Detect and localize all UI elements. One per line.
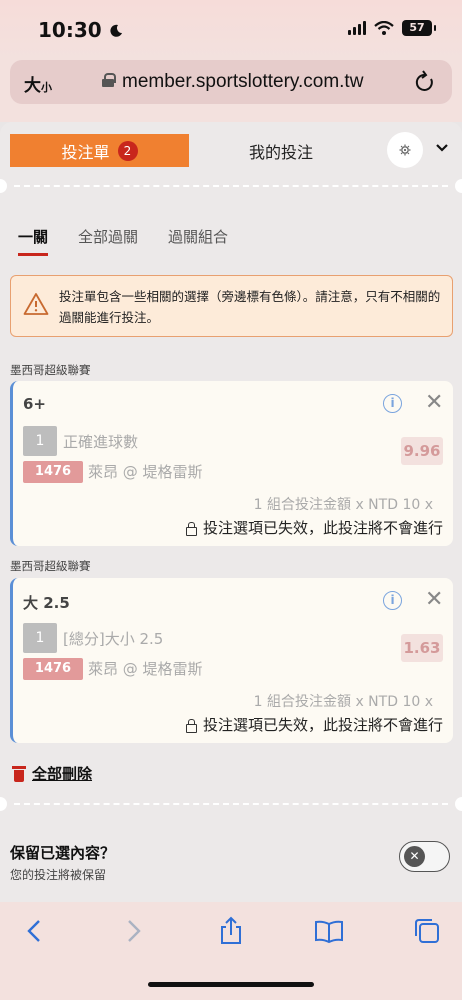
combo-amount-text: 1 組合投注金額 x NTD 10 x (253, 497, 433, 513)
info-icon[interactable]: i (383, 591, 402, 610)
delete-all-button[interactable]: 全部刪除 (12, 763, 92, 784)
expired-notice: 投注選項已失效，此投注將不會進行 (185, 517, 443, 538)
info-icon[interactable]: i (383, 394, 402, 413)
tabs-icon[interactable] (412, 916, 442, 946)
gear-icon (399, 144, 411, 156)
keep-selection-subtitle: 您的投注將被保留 (10, 868, 107, 882)
match-code: 1476 (23, 461, 83, 483)
tab-parlay-combos[interactable]: 過關組合 (168, 226, 228, 247)
padlock-icon (185, 718, 197, 733)
trash-icon (12, 765, 26, 782)
combo-amount-text: 1 組合投注金額 x NTD 10 x (253, 694, 433, 710)
match-name: 萊昂 @ 堤格雷斯 (88, 463, 203, 481)
warning-banner: 投注單包含一些相關的選擇（旁邊標有色條）。請注意，只有不相關的過關能進行投注。 (10, 275, 453, 337)
divider (0, 179, 462, 193)
time-text: 10:30 (38, 18, 102, 42)
battery-icon: 57 (402, 20, 436, 36)
settings-button[interactable] (387, 132, 423, 168)
market-name: 正確進球數 (63, 433, 139, 451)
warning-icon (23, 293, 49, 315)
status-icons: 57 (348, 20, 436, 36)
text-size-large: 大 (24, 76, 41, 96)
league-name: 墨西哥超級聯賽 (10, 363, 91, 377)
url-bar[interactable]: 大小 member.sportslottery.com.tw (10, 60, 452, 104)
toggle-off-icon: ✕ (404, 846, 425, 867)
expired-notice: 投注選項已失效，此投注將不會進行 (185, 714, 443, 735)
expired-text: 投注選項已失效，此投注將不會進行 (202, 716, 443, 734)
moon-icon (110, 24, 122, 37)
keep-selection-toggle[interactable]: ✕ (399, 841, 450, 872)
bet-slip-panel: 投注單 2 我的投注 一關 全部過關 過關組合 投注單包含一些相關的選擇（旁邊標… (0, 122, 462, 902)
padlock-icon (185, 521, 197, 536)
keep-selection-title: 保留已選內容？ (10, 844, 116, 862)
warning-text: 投注單包含一些相關的選擇（旁邊標有色條）。請注意，只有不相關的過關能進行投注。 (59, 289, 441, 325)
url-text[interactable]: member.sportslottery.com.tw (122, 71, 363, 93)
expired-text: 投注選項已失效，此投注將不會進行 (202, 519, 443, 537)
divider (0, 797, 462, 811)
match-name: 萊昂 @ 堤格雷斯 (88, 660, 203, 678)
lock-icon (102, 73, 116, 87)
reload-icon[interactable] (414, 70, 436, 94)
odds-value: 1.63 (401, 634, 443, 662)
bookmarks-icon[interactable] (314, 916, 344, 946)
selection-index: 1 (23, 623, 57, 653)
back-icon[interactable] (20, 916, 50, 946)
delete-all-label: 全部刪除 (32, 765, 93, 783)
close-icon[interactable]: ✕ (425, 589, 443, 611)
wifi-icon (374, 21, 394, 35)
tab-all-parlays[interactable]: 全部過關 (78, 226, 138, 247)
bet-card: 6+ i ✕ 1 正確進球數 9.96 1476 萊昂 @ 堤格雷斯 1 組合投… (10, 381, 453, 546)
odds-value: 9.96 (401, 437, 443, 465)
status-bar: 10:30 57 (0, 0, 462, 58)
tab-single[interactable]: 一關 (18, 226, 49, 256)
tab-bet-slip[interactable]: 投注單 2 (10, 134, 189, 167)
status-time: 10:30 (38, 18, 123, 42)
match-code: 1476 (23, 658, 83, 680)
chevron-down-icon[interactable] (434, 140, 450, 156)
share-icon[interactable] (216, 916, 246, 946)
bet-card: 大 2.5 i ✕ 1 [總分]大小 2.5 1.63 1476 萊昂 @ 堤格… (10, 578, 453, 743)
text-size-small: 小 (41, 81, 52, 94)
league-name: 墨西哥超級聯賽 (10, 559, 91, 573)
selection-name: 大 2.5 (23, 594, 70, 612)
bet-count-badge: 2 (117, 140, 138, 161)
bet-type-tabs: 一關 全部過關 過關組合 (18, 226, 228, 256)
home-indicator (148, 982, 314, 987)
text-size-button[interactable]: 大小 (24, 71, 52, 96)
tab-bet-slip-label: 投注單 (61, 142, 110, 162)
market-name: [總分]大小 2.5 (63, 630, 164, 648)
selection-name: 6+ (23, 395, 47, 413)
browser-toolbar (0, 902, 462, 1000)
tab-my-bets[interactable]: 我的投注 (190, 134, 372, 167)
tab-row: 投注單 2 我的投注 (0, 132, 462, 168)
browser-url-area: 大小 member.sportslottery.com.tw (0, 58, 462, 122)
forward-icon[interactable] (118, 916, 148, 946)
signal-icon (348, 21, 366, 35)
close-icon[interactable]: ✕ (425, 392, 443, 414)
selection-index: 1 (23, 426, 57, 456)
